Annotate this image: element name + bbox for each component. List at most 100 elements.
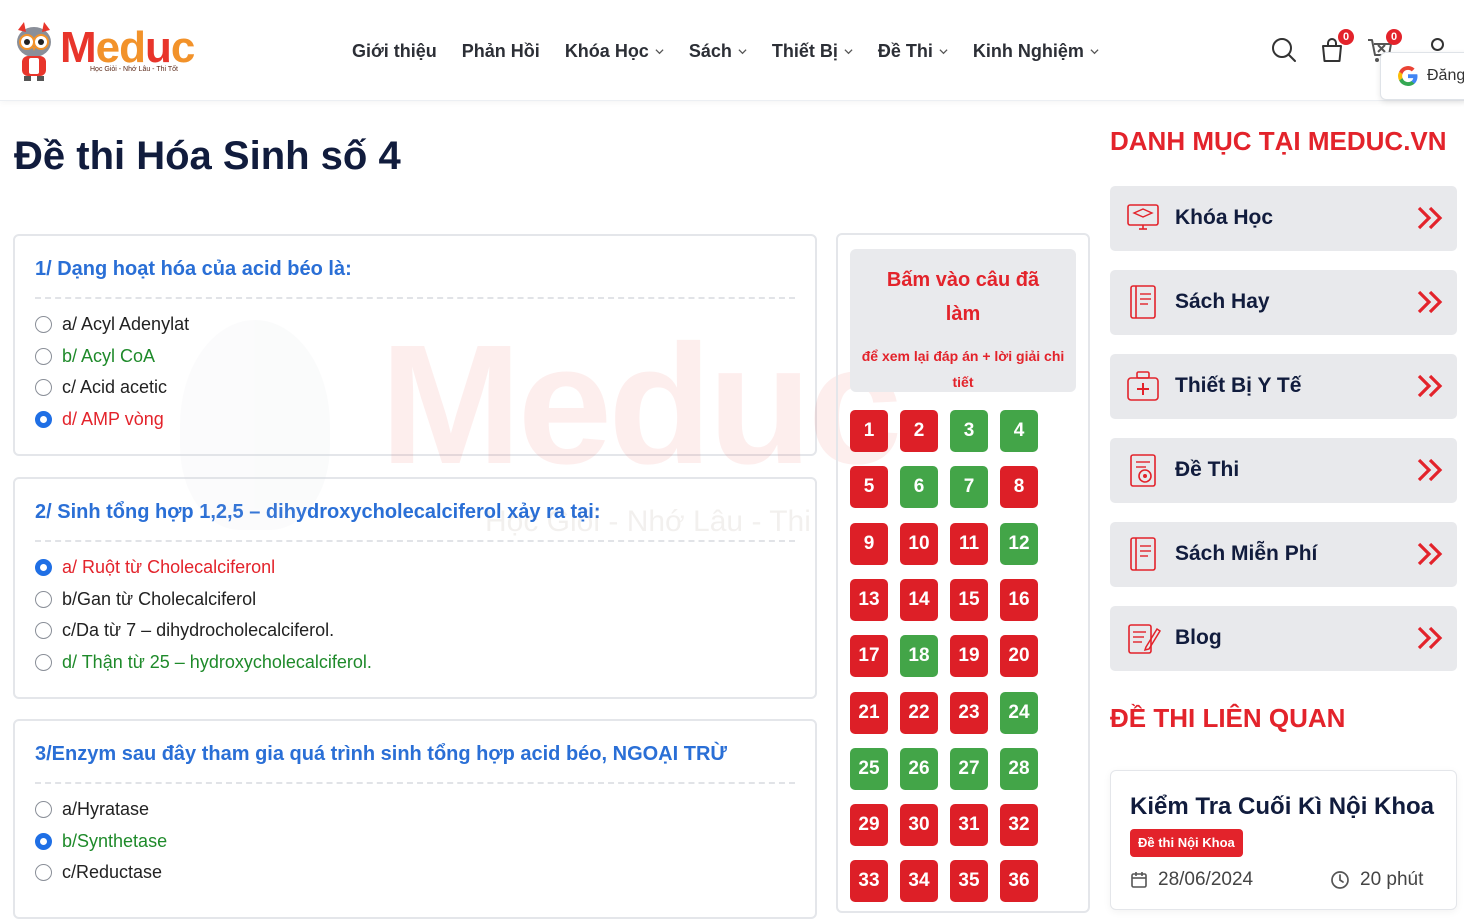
question-divider bbox=[35, 540, 795, 542]
question-divider bbox=[35, 782, 795, 784]
nav-item-label: Kinh Nghiệm bbox=[972, 40, 1084, 61]
answer-option[interactable]: c/Reductase bbox=[35, 862, 162, 883]
question-number-button[interactable]: 16 bbox=[1000, 578, 1038, 621]
question-number-button[interactable]: 3 bbox=[950, 410, 988, 452]
question-number-button[interactable]: 29 bbox=[850, 804, 888, 847]
question-number-button[interactable]: 9 bbox=[850, 522, 888, 565]
question-number-button[interactable]: 24 bbox=[1000, 691, 1038, 734]
google-login-label: Đăng bbox=[1427, 67, 1464, 84]
question-number-button[interactable]: 6 bbox=[900, 466, 938, 509]
question-number-button[interactable]: 32 bbox=[1000, 804, 1038, 847]
related-exam-date: 28/06/2024 bbox=[1130, 869, 1253, 891]
question-title: 1/ Dạng hoạt hóa của acid béo là: bbox=[35, 258, 352, 280]
category-label: Đề Thi bbox=[1175, 458, 1240, 481]
radio-unchecked-icon[interactable] bbox=[35, 801, 52, 818]
nav-item-6[interactable]: Kinh Nghiệm bbox=[973, 38, 1099, 64]
answer-option[interactable]: a/ Ruột từ Cholecalciferonl bbox=[35, 557, 275, 578]
related-exam-title[interactable]: Kiểm Tra Cuối Kì Nội Khoa bbox=[1130, 793, 1434, 821]
question-number-button[interactable]: 23 bbox=[950, 691, 988, 734]
logo-wordmark: Meduc bbox=[60, 23, 195, 72]
google-login-button[interactable]: Đăng bbox=[1380, 52, 1464, 100]
answer-option[interactable]: c/Da từ 7 – dihydrocholecalciferol. bbox=[35, 620, 334, 641]
question-number-button[interactable]: 30 bbox=[900, 804, 938, 847]
related-exam-duration-text: 20 phút bbox=[1360, 869, 1424, 890]
nav-item-label: Phản Hồi bbox=[461, 40, 540, 61]
category-item[interactable]: Blog bbox=[1110, 606, 1457, 671]
question-number-button[interactable]: 17 bbox=[850, 635, 888, 678]
question-number-button[interactable]: 35 bbox=[950, 860, 988, 903]
double-chevron-right-icon bbox=[1417, 458, 1443, 482]
category-item[interactable]: Khóa Học bbox=[1110, 186, 1457, 251]
answer-option-text: c/ Acid acetic bbox=[62, 377, 168, 397]
category-item[interactable]: Thiết Bị Y Tế bbox=[1110, 354, 1457, 419]
question-number-button[interactable]: 21 bbox=[850, 691, 888, 734]
question-number-button[interactable]: 15 bbox=[950, 578, 988, 621]
radio-unchecked-icon[interactable] bbox=[35, 379, 52, 396]
nav-item-5[interactable]: Đề Thi bbox=[878, 38, 948, 64]
question-number-button[interactable]: 12 bbox=[1000, 522, 1038, 565]
radio-unchecked-icon[interactable] bbox=[35, 347, 52, 365]
site-logo[interactable]: Meduc Học Giỏi - Nhớ Lâu - Thi Tốt bbox=[12, 20, 222, 82]
category-item[interactable]: Đề Thi bbox=[1110, 438, 1457, 503]
radio-checked-icon[interactable] bbox=[35, 832, 52, 850]
question-number-button[interactable]: 10 bbox=[900, 522, 938, 565]
question-number-button[interactable]: 14 bbox=[900, 578, 938, 621]
answer-option[interactable]: b/Synthetase bbox=[35, 831, 167, 852]
radio-unchecked-icon[interactable] bbox=[35, 653, 52, 671]
nav-item-0[interactable]: Giới thiệu bbox=[352, 38, 437, 64]
site-header: Meduc Học Giỏi - Nhớ Lâu - Thi Tốt Giới … bbox=[0, 0, 1464, 101]
radio-checked-icon[interactable] bbox=[35, 559, 52, 576]
question-number-button[interactable]: 33 bbox=[850, 860, 888, 903]
nav-item-3[interactable]: Sách bbox=[689, 38, 747, 64]
search-icon[interactable] bbox=[1270, 36, 1298, 64]
question-number-button[interactable]: 13 bbox=[850, 578, 888, 621]
question-number-button[interactable]: 28 bbox=[1000, 747, 1038, 790]
radio-unchecked-icon[interactable] bbox=[35, 864, 52, 881]
question-number-button[interactable]: 20 bbox=[1000, 635, 1038, 678]
double-chevron-right-icon bbox=[1417, 542, 1443, 566]
answer-option[interactable]: c/ Acid acetic bbox=[35, 377, 167, 398]
chevron-down-icon bbox=[939, 48, 948, 54]
category-label: Thiết Bị Y Tế bbox=[1175, 374, 1302, 397]
answer-option[interactable]: d/ AMP vòng bbox=[35, 409, 164, 430]
question-number-button[interactable]: 26 bbox=[900, 747, 938, 790]
nav-item-1[interactable]: Phản Hồi bbox=[462, 38, 540, 64]
nav-item-label: Thiết Bị bbox=[771, 40, 838, 61]
question-number-button[interactable]: 11 bbox=[950, 522, 988, 565]
question-number-button[interactable]: 27 bbox=[950, 747, 988, 790]
answer-option[interactable]: d/ Thận từ 25 – hydroxycholecalciferol. bbox=[35, 652, 372, 673]
question-number-button[interactable]: 22 bbox=[900, 691, 938, 734]
category-label: Sách Hay bbox=[1175, 290, 1270, 313]
nav-item-2[interactable]: Khóa Học bbox=[565, 38, 664, 64]
question-number-button[interactable]: 34 bbox=[900, 860, 938, 903]
radio-unchecked-icon[interactable] bbox=[35, 316, 52, 333]
answer-option[interactable]: a/ Acyl Adenylat bbox=[35, 314, 189, 335]
question-number-button[interactable]: 4 bbox=[1000, 410, 1038, 452]
question-number-button[interactable]: 18 bbox=[900, 635, 938, 678]
question-number-button[interactable]: 19 bbox=[950, 635, 988, 678]
question-number-button[interactable]: 5 bbox=[850, 466, 888, 509]
cart-button[interactable]: 0 bbox=[1318, 29, 1354, 64]
user-icon[interactable] bbox=[1431, 38, 1444, 51]
related-exam-tag[interactable]: Đề thi Nội Khoa bbox=[1130, 829, 1243, 857]
radio-unchecked-icon[interactable] bbox=[35, 590, 52, 608]
question-number-button[interactable]: 1 bbox=[850, 410, 888, 452]
question-number-button[interactable]: 2 bbox=[900, 410, 938, 452]
page-title: Đề thi Hóa Sinh số 4 bbox=[14, 134, 401, 178]
question-title: 3/Enzym sau đây tham gia quá trình sinh … bbox=[35, 743, 727, 765]
related-exam-card[interactable]: Kiểm Tra Cuối Kì Nội Khoa Đề thi Nội Kho… bbox=[1110, 770, 1457, 910]
answer-option[interactable]: a/Hyratase bbox=[35, 799, 149, 820]
nav-item-4[interactable]: Thiết Bị bbox=[772, 38, 853, 64]
question-number-button[interactable]: 25 bbox=[850, 747, 888, 790]
category-item[interactable]: Sách Hay bbox=[1110, 270, 1457, 335]
radio-unchecked-icon[interactable] bbox=[35, 622, 52, 639]
answer-option[interactable]: b/ Acyl CoA bbox=[35, 346, 155, 367]
category-item[interactable]: Sách Miễn Phí bbox=[1110, 522, 1457, 587]
question-number-button[interactable]: 36 bbox=[1000, 860, 1038, 903]
question-number-button[interactable]: 31 bbox=[950, 804, 988, 847]
radio-checked-icon[interactable] bbox=[35, 410, 52, 428]
main-nav: Giới thiệu Phản Hồi Khóa Học Sách Thiết Bị Đề… bbox=[352, 38, 1124, 64]
question-number-button[interactable]: 7 bbox=[950, 466, 988, 509]
answer-option[interactable]: b/Gan từ Cholecalciferol bbox=[35, 589, 256, 610]
question-number-button[interactable]: 8 bbox=[1000, 466, 1038, 509]
